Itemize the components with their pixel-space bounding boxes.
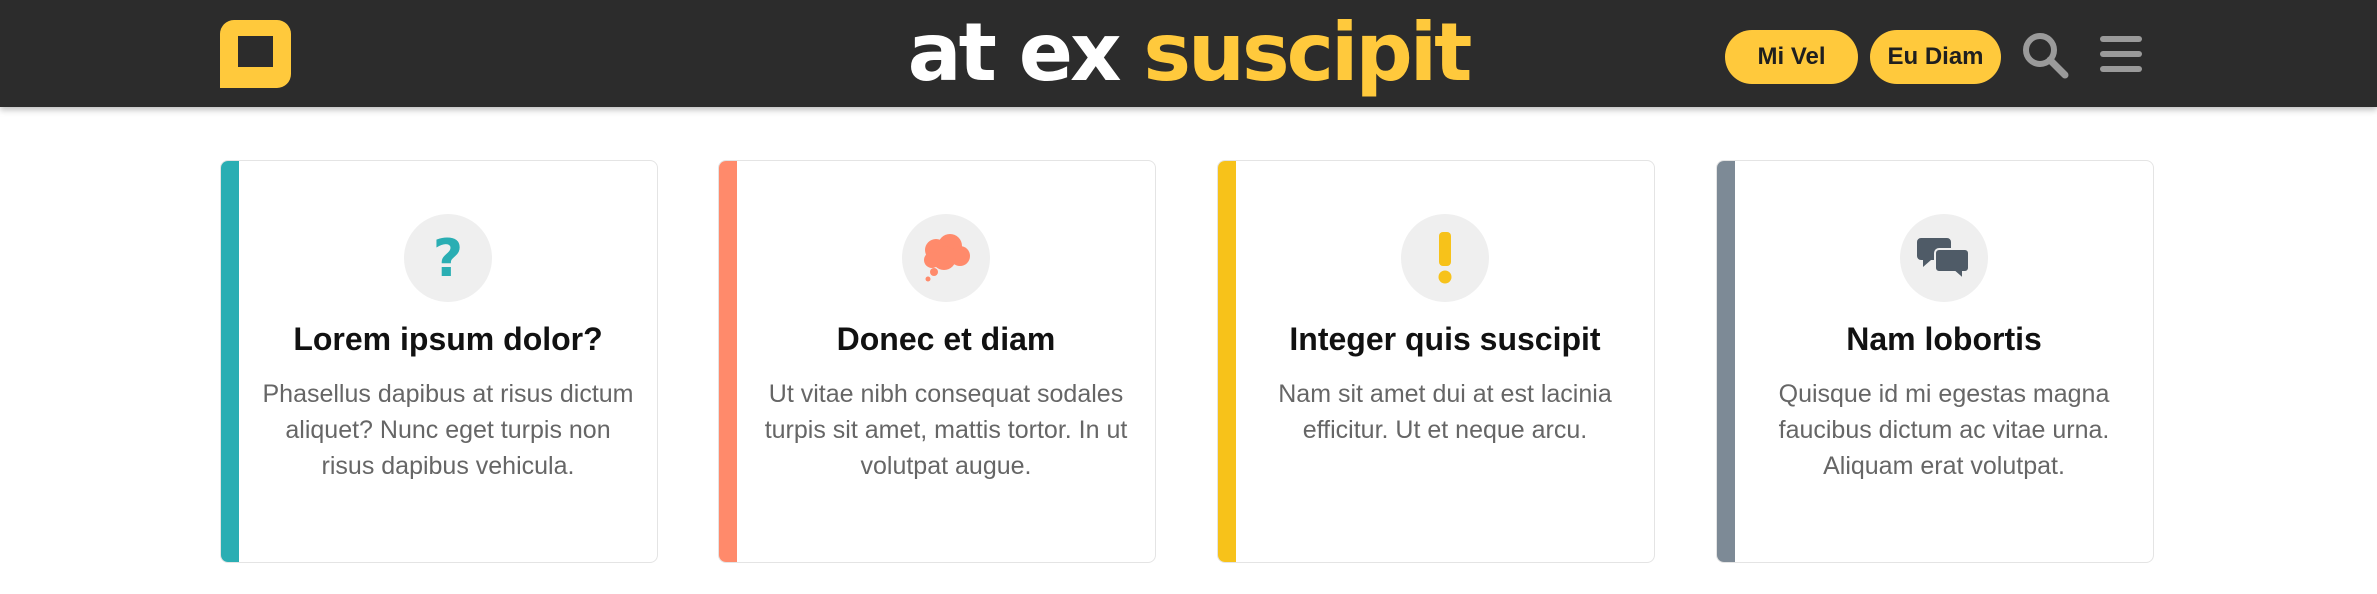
info-card-2[interactable]: Donec et diam Ut vitae nibh consequat so… (718, 160, 1156, 563)
thought-cloud-icon (924, 234, 970, 282)
card-title: Integer quis suscipit (1289, 321, 1601, 357)
search-icon[interactable] (2020, 30, 2070, 80)
card-accent-bar (1218, 161, 1236, 562)
question-mark-icon: ? (433, 232, 463, 284)
card-accent-bar (719, 161, 737, 562)
card-title: Nam lobortis (1846, 321, 2042, 357)
svg-text:?: ? (433, 232, 463, 284)
chat-bubbles-icon (1917, 238, 1970, 280)
card-icon-badge (1900, 214, 1988, 302)
top-navigation-bar: at ex suscipit Mi Vel Eu Diam (0, 0, 2377, 107)
card-icon-badge (1401, 214, 1489, 302)
card-accent-bar (221, 161, 239, 562)
card-title: Donec et diam (836, 321, 1056, 357)
eu-diam-button[interactable]: Eu Diam (1870, 30, 2001, 84)
card-icon-badge (902, 214, 990, 302)
mi-vel-button[interactable]: Mi Vel (1725, 30, 1858, 84)
card-description: Quisque id mi egestas magna faucibus dic… (1778, 380, 2110, 480)
exclamation-icon (1438, 232, 1452, 284)
info-card-1[interactable]: ? Lorem ipsum dolor? Phasellus dapibus a… (220, 160, 658, 563)
site-title-part1: at ex (907, 6, 1122, 99)
site-title-part2: suscipit (1143, 6, 1472, 99)
info-card-3[interactable]: Integer quis suscipit Nam sit amet dui a… (1217, 160, 1655, 563)
card-accent-bar (1717, 161, 1735, 562)
card-description: Nam sit amet dui at est lacinia efficitu… (1278, 380, 1612, 444)
hamburger-menu-icon[interactable] (2098, 34, 2144, 74)
info-card-4[interactable]: Nam lobortis Quisque id mi egestas magna… (1716, 160, 2154, 563)
card-title: Lorem ipsum dolor? (293, 321, 603, 357)
card-icon-badge: ? (404, 214, 492, 302)
card-description: Phasellus dapibus at risus dictum alique… (262, 380, 634, 480)
card-description: Ut vitae nibh consequat sodales turpis s… (764, 380, 1128, 480)
